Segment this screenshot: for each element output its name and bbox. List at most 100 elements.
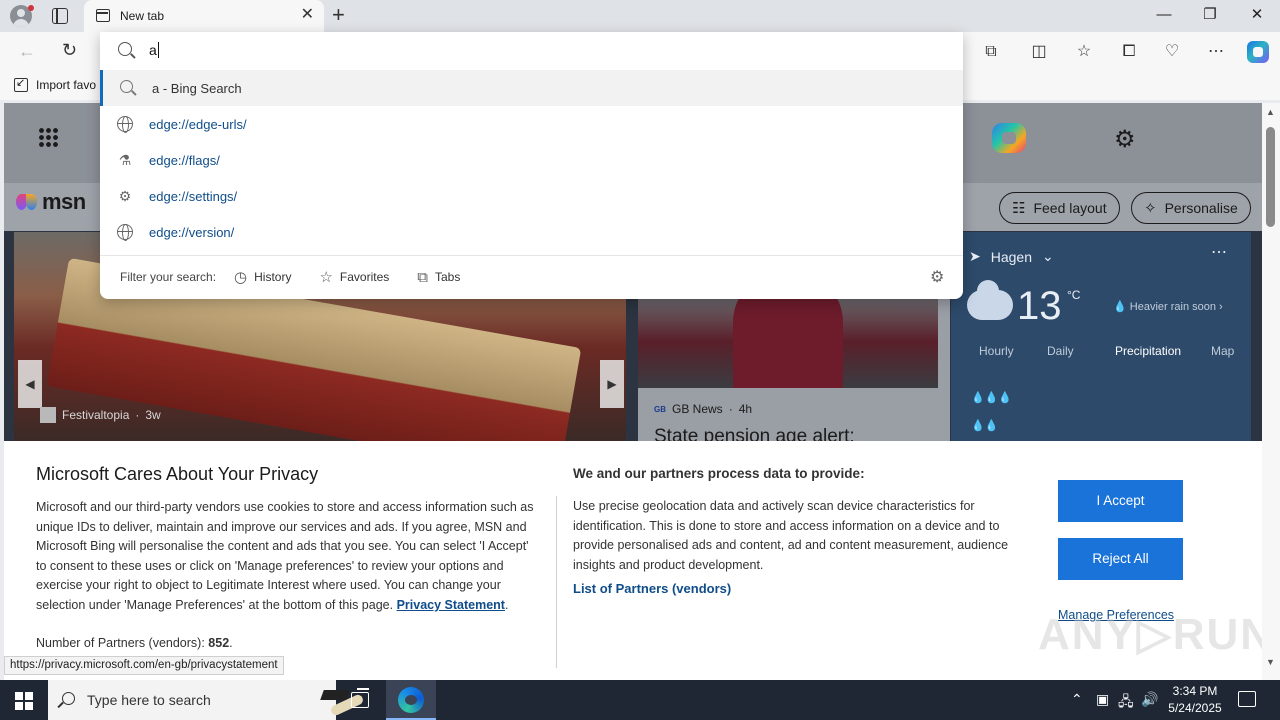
chevron-up-icon[interactable]: ⌃ (1071, 691, 1083, 708)
search-settings-gear-icon[interactable]: ⚙ (930, 267, 944, 287)
taskbar-search[interactable]: Type here to search (48, 680, 365, 720)
taskbar-edge[interactable] (386, 680, 436, 720)
favorites-icon[interactable]: ☆ (1073, 41, 1095, 63)
device-icon[interactable]: ▣ (1096, 691, 1109, 708)
task-view-icon[interactable] (351, 688, 369, 708)
weather-card[interactable]: ➤ Hagen ⌄ ⋯ 13 °C 💧 Heavier rain soon › … (951, 232, 1251, 443)
suggestion-text: edge://settings/ (149, 188, 238, 204)
filter-favorites[interactable]: ☆ Favorites (319, 268, 389, 286)
copilot-icon[interactable] (992, 123, 1026, 153)
edge-icon (398, 687, 424, 713)
weather-unit: °C (1067, 288, 1081, 302)
gear-icon: ⚙ (118, 188, 132, 204)
weather-tab-hourly[interactable]: Hourly (979, 344, 1047, 358)
list-of-partners-link[interactable]: List of Partners (vendors) (573, 581, 731, 596)
browser-essentials-icon[interactable]: ♡ (1161, 41, 1183, 63)
carousel-next-icon[interactable]: ▶ (600, 360, 624, 408)
globe-icon (117, 224, 133, 241)
suggestion-edge-urls[interactable]: edge://edge-urls/ (100, 106, 963, 142)
more-menu-icon[interactable]: ⋯ (1205, 41, 1227, 63)
windows-taskbar: Type here to search ⌃ ▣ 🖧 🔊 3:34 PM 5/24… (0, 680, 1280, 720)
divider (556, 496, 557, 668)
weather-tab-map[interactable]: Map (1211, 344, 1262, 358)
status-bar-url: https://privacy.microsoft.com/en-gb/priv… (4, 656, 284, 675)
suggestion-text: edge://edge-urls/ (149, 116, 247, 132)
weather-temp: 13 (1017, 284, 1062, 328)
filter-history[interactable]: ◷ History (234, 268, 291, 286)
close-tab-icon[interactable]: ✕ (301, 7, 314, 23)
import-favorites-label: Import favo (36, 78, 97, 92)
personalise-button[interactable]: ✧ Personalise (1131, 192, 1251, 224)
weather-tab-daily[interactable]: Daily (1047, 344, 1115, 358)
clock[interactable]: 3:34 PM 5/24/2025 (1160, 683, 1230, 717)
close-window-icon[interactable]: ✕ (1247, 6, 1267, 24)
history-icon: ◷ (234, 269, 248, 286)
tab-new-tab[interactable]: New tab ✕ (84, 0, 324, 32)
weather-tab-precipitation[interactable]: Precipitation (1115, 344, 1211, 358)
weather-location[interactable]: ➤ Hagen ⌄ (969, 248, 1054, 265)
msn-logo[interactable]: msn (16, 189, 86, 215)
more-icon[interactable]: ⋯ (1211, 242, 1227, 262)
search-filter-row: Filter your search: ◷ History ☆ Favorite… (120, 268, 488, 287)
apps-grid-icon[interactable] (38, 127, 58, 147)
back-icon[interactable]: ← (18, 41, 36, 62)
split-screen-icon[interactable]: ◫ (1028, 41, 1050, 63)
feed-layout-button[interactable]: ☷ Feed layout (999, 192, 1120, 224)
import-favorites-button[interactable]: Import favo (14, 76, 97, 92)
address-input[interactable]: a (149, 42, 159, 58)
globe-icon (117, 116, 133, 133)
flask-icon: ⚗ (118, 152, 132, 168)
volume-icon[interactable]: 🔊 (1141, 691, 1158, 708)
hero-source: Festivaltopia · 3w (40, 407, 161, 423)
new-tab-button[interactable]: + (332, 4, 345, 26)
news-source-name: GB News (672, 402, 723, 416)
collections-icon[interactable]: ⧠ (1118, 41, 1140, 63)
source-logo-icon (40, 407, 56, 423)
tab-actions-icon[interactable] (52, 8, 68, 24)
minimize-icon[interactable]: — (1154, 6, 1174, 24)
anyrun-watermark: ANY▷RUN (1038, 610, 1275, 659)
suggestion-edge-flags[interactable]: ⚗ edge://flags/ (100, 142, 963, 178)
restore-icon[interactable]: ❐ (1200, 6, 1220, 24)
tabs-icon: ⧉ (417, 268, 428, 286)
settings-gear-icon[interactable]: ⚙ (1114, 125, 1136, 154)
reject-all-button[interactable]: Reject All (1058, 538, 1183, 580)
suggestion-text: edge://version/ (149, 224, 235, 240)
precipitation-drops-icon: 💧💧💧 💧💧 (971, 392, 1013, 432)
copilot-icon[interactable] (1247, 41, 1269, 63)
clock-time: 3:34 PM (1172, 684, 1218, 698)
suggestion-bing-search[interactable]: a - Bing Search (100, 70, 963, 106)
extensions-icon[interactable]: ⧉ (980, 41, 1002, 63)
page-scrollbar[interactable]: ▲ ▼ (1262, 103, 1280, 683)
windows-start-icon[interactable] (15, 692, 33, 710)
privacy-banner: Microsoft Cares About Your Privacy Micro… (4, 441, 1272, 683)
tab-strip: New tab ✕ + — ❐ ✕ (0, 0, 1280, 32)
hero-source-name: Festivaltopia (62, 408, 130, 422)
import-icon (14, 76, 28, 92)
suggestion-edge-settings[interactable]: ⚙ edge://settings/ (100, 178, 963, 214)
feed-layout-label: Feed layout (1033, 200, 1107, 216)
carousel-prev-icon[interactable]: ◀ (18, 360, 42, 408)
suggestion-edge-version[interactable]: edge://version/ (100, 214, 963, 250)
address-bar-dropdown: a a - Bing Search edge://edge-urls/ ⚗ ed… (100, 32, 963, 299)
sliders-icon: ☷ (1012, 200, 1026, 217)
reload-icon[interactable]: ↻ (62, 40, 77, 61)
accept-button[interactable]: I Accept (1058, 480, 1183, 522)
address-bar[interactable]: a (100, 32, 963, 70)
privacy-data-heading: We and our partners process data to prov… (573, 466, 865, 481)
filter-tabs[interactable]: ⧉ Tabs (417, 269, 460, 286)
network-icon[interactable]: 🖧 (1118, 691, 1134, 715)
search-icon (120, 80, 133, 93)
scroll-up-icon[interactable]: ▲ (1266, 107, 1275, 117)
chevron-down-icon: ⌄ (1042, 248, 1054, 264)
privacy-title: Microsoft Cares About Your Privacy (36, 464, 319, 484)
scrollbar-thumb[interactable] (1266, 127, 1275, 227)
scroll-down-icon[interactable]: ▼ (1266, 657, 1275, 667)
weather-note[interactable]: 💧 Heavier rain soon › (1113, 300, 1223, 313)
privacy-body: Microsoft and our third-party vendors us… (36, 500, 534, 612)
msn-logo-text: msn (42, 189, 86, 214)
gbnews-logo-icon: GB (654, 404, 666, 414)
privacy-statement-link[interactable]: Privacy Statement (397, 598, 505, 612)
filter-label: Filter your search: (120, 270, 217, 284)
notifications-icon[interactable] (1238, 691, 1256, 707)
